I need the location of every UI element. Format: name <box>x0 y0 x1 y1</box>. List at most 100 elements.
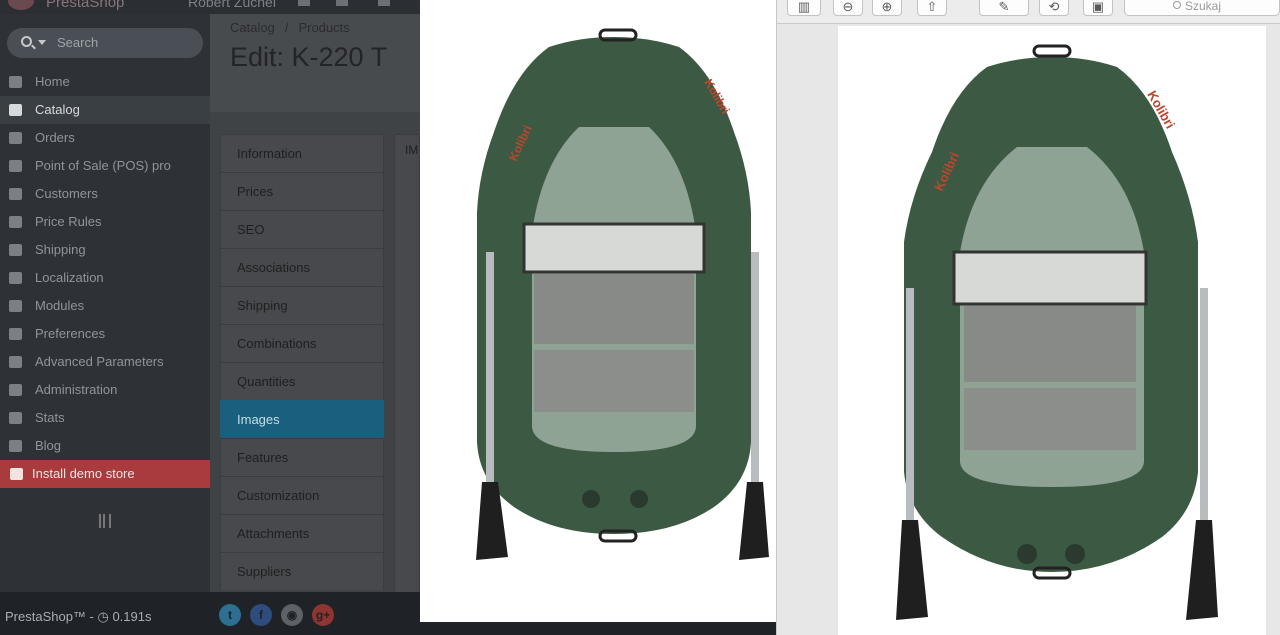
tab-information[interactable]: Information <box>220 134 384 172</box>
oar-shaft <box>906 288 914 528</box>
sidebar-item-price-rules[interactable]: Price Rules <box>0 208 210 236</box>
breadcrumb-separator: / <box>284 20 289 35</box>
boat-valve <box>1017 544 1037 564</box>
prestashop-logo[interactable] <box>8 0 34 10</box>
breadcrumb-products[interactable]: Products <box>298 20 349 35</box>
search-field[interactable]: Search <box>7 28 203 58</box>
sidebar-item-shipping[interactable]: Shipping <box>0 236 210 264</box>
sidebar-item-blog[interactable]: Blog <box>0 432 210 460</box>
github-glyph: ◉ <box>286 608 298 622</box>
sidebar-item-stats[interactable]: Stats <box>0 404 210 432</box>
sidebar-item-pos[interactable]: Point of Sale (POS) pro <box>0 152 210 180</box>
lightbox-image-frame: Kolibri Kolibri <box>432 12 776 610</box>
boat-seat <box>522 222 706 274</box>
sidebar-item-preferences[interactable]: Preferences <box>0 320 210 348</box>
boat-floorboard <box>964 388 1136 450</box>
preview-window: ▥ ⊖ ⊕ ⇧ ✎ ⟲ ▣ Szukaj Kolibri Kolibri <box>776 0 1280 635</box>
tab-features[interactable]: Features <box>220 438 384 476</box>
preview-page: Kolibri Kolibri <box>838 26 1266 635</box>
rotate-button[interactable]: ⟲ <box>1039 0 1069 16</box>
tab-combinations[interactable]: Combinations <box>220 324 384 362</box>
sidebar-item-localization[interactable]: Localization <box>0 264 210 292</box>
breadcrumb-catalog[interactable]: Catalog <box>230 20 275 35</box>
install-demo-store-button[interactable]: Install demo store <box>0 460 210 488</box>
oar-shaft <box>486 252 494 492</box>
sidebar-toggle-button[interactable]: ▥ <box>787 0 821 16</box>
pencil-icon <box>9 440 22 452</box>
sidebar-item-home[interactable]: Home <box>0 68 210 96</box>
google-plus-icon[interactable]: g+ <box>312 604 334 626</box>
boat-floorboard <box>964 306 1136 382</box>
facebook-glyph: f <box>259 608 263 622</box>
product-tabs: Information Prices SEO Associations Ship… <box>220 134 384 590</box>
sidebar-item-customers[interactable]: Customers <box>0 180 210 208</box>
github-icon[interactable]: ◉ <box>281 604 303 626</box>
tab-attachments[interactable]: Attachments <box>220 514 384 552</box>
puzzle-icon <box>9 300 22 312</box>
zoom-out-button[interactable]: ⊖ <box>833 0 863 16</box>
rotate-icon: ⟲ <box>1048 0 1060 14</box>
sidebar-item-label: Point of Sale (POS) pro <box>35 158 171 173</box>
preview-toolbar: ▥ ⊖ ⊕ ⇧ ✎ ⟲ ▣ Szukaj <box>777 0 1280 24</box>
chevron-down-icon[interactable] <box>38 40 46 45</box>
sidebar-item-label: Shipping <box>35 242 86 257</box>
zoom-out-icon: ⊖ <box>842 0 854 14</box>
employee-name[interactable]: Robert Zuchel <box>188 0 276 10</box>
user-notification-icon[interactable] <box>378 0 390 6</box>
tab-suppliers[interactable]: Suppliers <box>220 552 384 590</box>
image-lightbox[interactable]: Kolibri Kolibri <box>420 0 776 622</box>
boat-valve <box>630 490 648 508</box>
sidebar-item-catalog[interactable]: Catalog <box>0 96 214 124</box>
breadcrumb: Catalog / Products <box>230 20 350 35</box>
star-icon[interactable] <box>298 0 310 6</box>
boat-floorboard <box>534 350 694 412</box>
brand-name: PrestaShop <box>46 0 125 11</box>
sidebar: Search Home Catalog Orders Point of Sale… <box>0 14 214 592</box>
admin-header: PrestaShop Robert Zuchel <box>0 0 420 14</box>
sidebar-item-label: Home <box>35 74 70 89</box>
oar-blade <box>1186 520 1218 620</box>
search-icon[interactable] <box>21 36 32 47</box>
zoom-in-button[interactable]: ⊕ <box>872 0 902 16</box>
tab-shipping[interactable]: Shipping <box>220 286 384 324</box>
preview-search-field[interactable]: Szukaj <box>1124 0 1280 16</box>
collapse-sidebar-icon[interactable] <box>99 514 111 528</box>
share-button[interactable]: ⇧ <box>917 0 947 16</box>
preview-search-input[interactable]: Szukaj <box>1185 0 1221 13</box>
tab-quantities[interactable]: Quantities <box>220 362 384 400</box>
sidebar-item-administration[interactable]: Administration <box>0 376 210 404</box>
page-header: Catalog / Products Edit: K-220 T <box>210 14 420 112</box>
tab-associations[interactable]: Associations <box>220 248 384 286</box>
tab-seo[interactable]: SEO <box>220 210 384 248</box>
toolbox-icon: ▣ <box>1091 0 1105 14</box>
home-icon <box>9 76 22 88</box>
facebook-icon[interactable]: f <box>250 604 272 626</box>
sidebar-item-modules[interactable]: Modules <box>0 292 210 320</box>
toolbox-button[interactable]: ▣ <box>1083 0 1113 16</box>
cart-notification-icon[interactable] <box>336 0 348 6</box>
cogs-icon <box>9 356 22 368</box>
tags-icon <box>9 216 22 228</box>
tab-prices[interactable]: Prices <box>220 172 384 210</box>
sidebar-item-orders[interactable]: Orders <box>0 124 210 152</box>
markup-button[interactable]: ✎ <box>979 0 1029 16</box>
boat-valve <box>582 490 600 508</box>
gear-icon <box>9 384 22 396</box>
oar-blade <box>739 482 769 560</box>
tab-customization[interactable]: Customization <box>220 476 384 514</box>
boat-illustration: Kolibri Kolibri <box>476 28 769 560</box>
search-icon <box>1173 1 1181 9</box>
twitter-icon[interactable]: t <box>219 604 241 626</box>
sidebar-item-advanced-parameters[interactable]: Advanced Parameters <box>0 348 210 376</box>
tab-images[interactable]: Images <box>220 400 384 438</box>
version-info: PrestaShop™ - ◷ 0.191s <box>5 609 152 624</box>
search-input[interactable]: Search <box>57 35 98 50</box>
boat-valve <box>1065 544 1085 564</box>
boat-handle <box>598 529 638 543</box>
panel-heading: IM <box>405 143 419 157</box>
sidebar-item-label: Blog <box>35 438 62 453</box>
bar-chart-icon <box>9 412 22 424</box>
wrench-icon <box>9 328 22 340</box>
share-icon: ⇧ <box>926 0 938 14</box>
boat-illustration: Kolibri Kolibri <box>896 44 1218 620</box>
